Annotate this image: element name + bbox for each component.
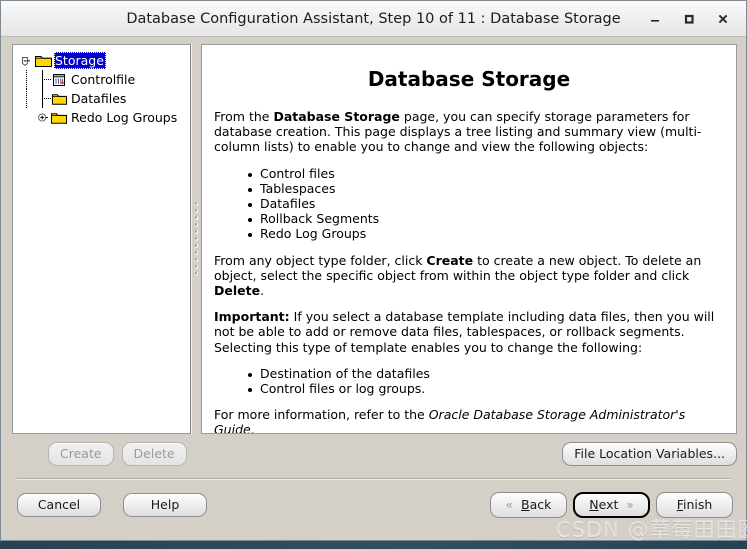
tree-node-label-redo-log-groups[interactable]: Redo Log Groups [70,109,179,126]
tree-node-label-storage[interactable]: Storage [54,52,106,69]
intro-paragraph: From the Database Storage page, you can … [214,109,724,155]
dialog-window: Database Configuration Assistant, Step 1… [0,0,747,541]
chevron-right-icon: » [626,497,634,512]
cd-text-delete: Delete [214,283,261,299]
list-item: Rollback Segments [248,211,724,226]
more-info-text-a: For more information, refer to the [214,407,429,423]
folder-icon [51,92,68,106]
tree-node-label-datafiles[interactable]: Datafiles [70,90,128,107]
finish-button[interactable]: Finish [656,492,733,518]
content-panel: Database Storage From the Database Stora… [201,44,737,434]
object-actions-right: File Location Variables... [562,442,737,466]
list-item: Redo Log Groups [248,226,724,241]
list-item: Control files or log groups. [248,381,724,396]
tree-indent [19,89,35,108]
split-divider[interactable] [191,44,201,434]
back-button[interactable]: « Back [490,492,567,518]
split-pane: Storage Controlfile Datafiles Redo Log G… [12,44,737,434]
finish-button-label: Finish [676,497,713,512]
storage-tree: Storage Controlfile Datafiles Redo Log G… [13,45,190,127]
help-button[interactable]: Help [123,493,207,517]
navigation-right: « Back Next » Finish [484,492,733,518]
important-paragraph: Important: If you select a database temp… [214,309,724,355]
object-actions-row: Create Delete File Location Variables... [12,440,737,468]
more-info-paragraph: For more information, refer to the Oracl… [214,407,724,434]
expand-handle-icon[interactable] [35,108,51,127]
create-button[interactable]: Create [48,442,114,466]
folder-icon [51,111,68,125]
file-location-variables-button[interactable]: File Location Variables... [562,442,737,466]
controlfile-icon [51,73,68,87]
close-icon[interactable] [706,2,740,36]
intro-text-bold: Database Storage [273,109,400,124]
cd-text-create: Create [426,252,474,268]
important-label: Important: [214,309,290,325]
list-item: Control files [248,166,724,181]
window-controls [638,1,740,36]
dialog-body: Storage Controlfile Datafiles Redo Log G… [1,37,746,540]
collapse-handle-icon[interactable] [19,51,35,70]
create-delete-paragraph: From any object type folder, click Creat… [214,253,724,299]
storage-tree-panel[interactable]: Storage Controlfile Datafiles Redo Log G… [12,44,191,434]
cd-text-a: From any object type folder, click [214,252,427,268]
split-divider-grip [195,202,198,276]
tree-connector-line [42,72,43,108]
back-button-label: Back [520,497,552,512]
object-actions-left: Create Delete [48,442,187,466]
tree-indent [19,70,35,89]
minimize-icon[interactable] [638,2,672,36]
tree-elbow [35,70,51,89]
objects-list: Control files Tablespaces Datafiles Roll… [214,166,724,242]
important-text: If you select a database template includ… [214,309,715,355]
folder-icon [35,54,52,68]
more-info-text-c: . [250,422,255,434]
tree-node-datafiles[interactable]: Datafiles [19,89,190,108]
tree-node-controlfile[interactable]: Controlfile [19,70,190,89]
navigation-left: Cancel Help [17,493,207,517]
tree-node-label-controlfile[interactable]: Controlfile [70,71,137,88]
tree-elbow [35,89,51,108]
list-item: Datafiles [248,196,724,211]
list-item: Tablespaces [248,181,724,196]
tree-node-redo-log-groups[interactable]: Redo Log Groups [19,108,190,127]
cancel-button[interactable]: Cancel [17,493,101,517]
next-button-label: Next [589,497,619,512]
list-item: Destination of the datafiles [248,366,724,381]
window-title: Database Configuration Assistant, Step 1… [126,10,621,27]
delete-button[interactable]: Delete [121,442,187,466]
tree-node-storage[interactable]: Storage [19,51,190,70]
page-title: Database Storage [367,67,571,91]
title-bar: Database Configuration Assistant, Step 1… [1,1,746,37]
next-button[interactable]: Next » [573,492,650,518]
separator [17,478,730,480]
screen: Database Configuration Assistant, Step 1… [0,0,747,549]
intro-text-a: From the [214,109,274,124]
chevron-left-icon: « [505,497,513,512]
desktop-background [0,541,747,549]
changeable-list: Destination of the datafiles Control fil… [214,366,724,396]
cd-text-e: . [260,283,265,299]
maximize-icon[interactable] [672,2,706,36]
navigation-row: Cancel Help « Back Next » Finish [12,489,737,521]
